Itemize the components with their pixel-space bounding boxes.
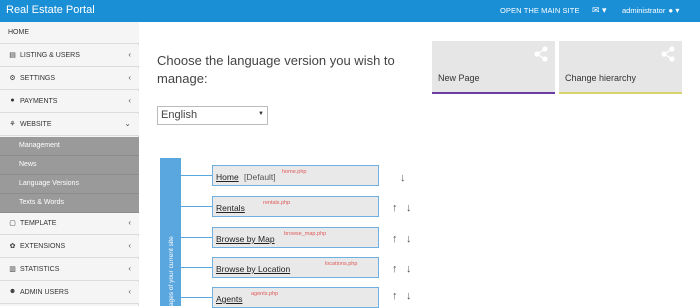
sidebar-item-label: EXTENSIONS bbox=[20, 243, 66, 250]
mail-icon[interactable]: ✉ ▾ bbox=[592, 5, 607, 16]
sidebar-item-label: TEMPLATE bbox=[20, 220, 57, 227]
chevron-left-icon: ‹ bbox=[128, 96, 131, 105]
move-up-icon[interactable]: ↑ bbox=[392, 233, 398, 245]
users-icon: ☻ bbox=[8, 288, 17, 295]
sidebar-item-template[interactable]: ▢ TEMPLATE ‹ bbox=[0, 213, 139, 235]
sidebar-item-label: ADMIN USERS bbox=[20, 289, 69, 296]
sidebar-item-home[interactable]: HOME bbox=[0, 22, 139, 44]
brand-title[interactable]: Real Estate Portal bbox=[6, 4, 95, 16]
share-icon bbox=[534, 46, 548, 62]
sidebar-subitem-management[interactable]: Management bbox=[0, 137, 139, 156]
page-link[interactable]: Browse by Location bbox=[216, 264, 290, 274]
move-down-icon[interactable]: ↓ bbox=[406, 233, 412, 245]
gear-icon: ⚙ bbox=[9, 75, 16, 82]
page-link[interactable]: Home bbox=[216, 172, 239, 182]
page-file: browse_map.php bbox=[284, 231, 327, 237]
page-link[interactable]: Rentals bbox=[216, 203, 245, 213]
page-link[interactable]: Browse by Map bbox=[216, 234, 275, 244]
open-main-site-link[interactable]: OPEN THE MAIN SITE bbox=[500, 6, 580, 15]
sidebar-item-settings[interactable]: ⚙ SETTINGS ‹ bbox=[0, 68, 139, 90]
template-icon: ▢ bbox=[9, 220, 16, 227]
page-node-browse-by-map[interactable]: Browse by Map browse_map.php bbox=[212, 227, 379, 248]
sidebar-item-listing-users[interactable]: ▤ LISTING & USERS ‹ bbox=[0, 45, 139, 67]
move-down-icon[interactable]: ↓ bbox=[400, 172, 406, 184]
sidebar-subitem-label: Texts & Words bbox=[19, 199, 64, 206]
chevron-left-icon: ‹ bbox=[128, 50, 131, 59]
sidebar-item-payments[interactable]: ● PAYMENTS ‹ bbox=[0, 91, 139, 113]
sidebar-item-admin-users[interactable]: ☻ ADMIN USERS ‹ bbox=[0, 282, 139, 304]
tree-connector bbox=[181, 267, 213, 268]
extensions-icon: ✿ bbox=[9, 243, 16, 250]
sitemap-icon: ⚘ bbox=[9, 121, 16, 128]
sidebar-subitem-news[interactable]: News bbox=[0, 156, 139, 175]
chevron-left-icon: ‹ bbox=[128, 287, 131, 296]
tree-connector bbox=[181, 206, 213, 207]
move-down-icon[interactable]: ↓ bbox=[406, 290, 412, 302]
page-file: rentals.php bbox=[263, 200, 291, 206]
language-select-value: English bbox=[161, 109, 198, 121]
share-icon bbox=[661, 46, 675, 62]
sidebar-subitem-texts-words[interactable]: Texts & Words bbox=[0, 194, 139, 213]
sidebar-item-label: PAYMENTS bbox=[20, 98, 58, 105]
sidebar: HOME ▤ LISTING & USERS ‹ ⚙ SETTINGS ‹ ● … bbox=[0, 22, 139, 306]
page-file: agents.php bbox=[251, 291, 279, 297]
sidebar-item-statistics[interactable]: ▥ STATISTICS ‹ bbox=[0, 259, 139, 281]
move-up-icon[interactable]: ↑ bbox=[392, 290, 398, 302]
move-up-icon[interactable]: ↑ bbox=[392, 202, 398, 214]
sidebar-item-label: SETTINGS bbox=[20, 75, 56, 82]
chevron-left-icon: ‹ bbox=[128, 264, 131, 273]
page-node-rentals[interactable]: Rentals rentals.php bbox=[212, 196, 379, 217]
page-link[interactable]: Agents bbox=[216, 294, 242, 304]
chevron-left-icon: ‹ bbox=[128, 73, 131, 82]
sidebar-subitem-label: News bbox=[19, 161, 37, 168]
tree-connector bbox=[181, 237, 213, 238]
tile-label: Change hierarchy bbox=[565, 73, 637, 83]
sidebar-item-label: HOME bbox=[8, 29, 29, 36]
language-select[interactable]: English ▼ bbox=[157, 106, 268, 125]
page-node-browse-by-location[interactable]: Browse by Location locations.php bbox=[212, 257, 379, 278]
sidebar-subitem-language-versions[interactable]: Language Versions bbox=[0, 175, 139, 194]
user-name: administrator bbox=[622, 6, 666, 15]
change-hierarchy-tile[interactable]: Change hierarchy bbox=[559, 41, 682, 94]
page-file: home.php bbox=[282, 169, 307, 175]
chevron-down-icon: ⌄ bbox=[124, 119, 131, 128]
site-tree-root-label: ages of your current site bbox=[168, 236, 175, 306]
sidebar-item-label: WEBSITE bbox=[20, 121, 52, 128]
sidebar-subitem-label: Management bbox=[19, 142, 60, 149]
top-bar: Real Estate Portal OPEN THE MAIN SITE ✉ … bbox=[0, 0, 700, 22]
default-badge: [Default] bbox=[244, 172, 276, 182]
user-icon: ● ▾ bbox=[668, 6, 680, 15]
move-up-icon[interactable]: ↑ bbox=[392, 263, 398, 275]
tree-connector bbox=[181, 297, 213, 298]
tree-connector bbox=[181, 175, 213, 176]
tile-label: New Page bbox=[438, 73, 480, 83]
caret-down-icon: ▼ bbox=[258, 111, 264, 117]
chevron-left-icon: ‹ bbox=[128, 241, 131, 250]
sidebar-item-label: LISTING & USERS bbox=[20, 52, 80, 59]
page-heading: Choose the language version you wish to … bbox=[157, 53, 395, 86]
user-icon: ● bbox=[10, 97, 15, 104]
sidebar-item-label: STATISTICS bbox=[20, 266, 60, 273]
page-node-home[interactable]: Home [Default] home.php bbox=[212, 165, 379, 186]
page-node-agents[interactable]: Agents agents.php bbox=[212, 287, 379, 308]
sidebar-item-extensions[interactable]: ✿ EXTENSIONS ‹ bbox=[0, 236, 139, 258]
sidebar-item-website[interactable]: ⚘ WEBSITE ⌄ bbox=[0, 114, 139, 136]
sidebar-subitem-label: Language Versions bbox=[19, 180, 79, 187]
chevron-left-icon: ‹ bbox=[128, 218, 131, 227]
move-down-icon[interactable]: ↓ bbox=[406, 202, 412, 214]
page-file: locations.php bbox=[325, 261, 358, 267]
new-page-tile[interactable]: New Page bbox=[432, 41, 555, 94]
list-icon: ▤ bbox=[9, 52, 16, 59]
user-menu[interactable]: administrator ● ▾ bbox=[622, 6, 679, 15]
move-down-icon[interactable]: ↓ bbox=[406, 263, 412, 275]
chart-icon: ▥ bbox=[9, 266, 16, 273]
